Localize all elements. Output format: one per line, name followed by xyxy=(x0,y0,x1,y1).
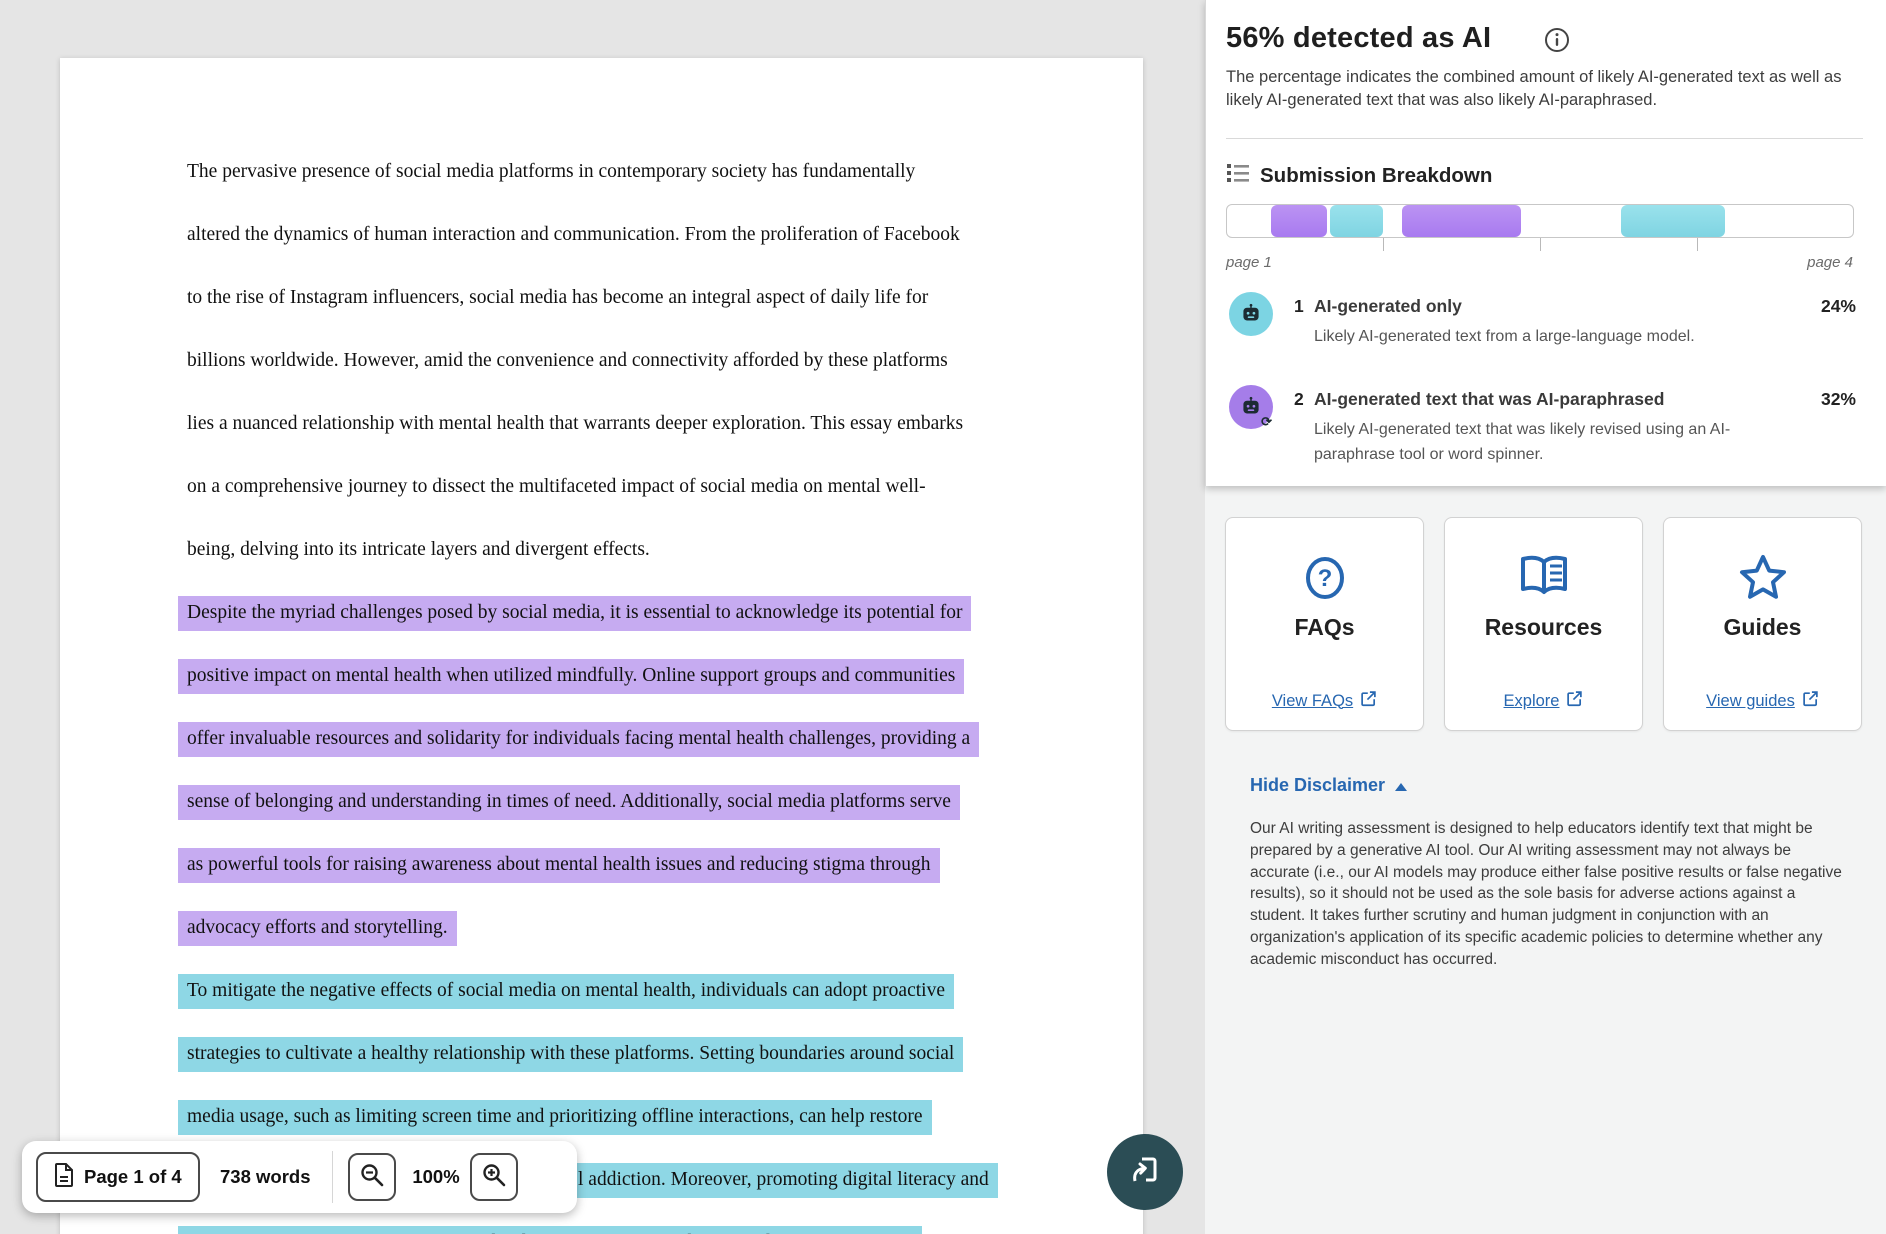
jump-arrow-icon xyxy=(1126,1151,1164,1194)
document-line: critical thinking skills can empower ind… xyxy=(178,1226,922,1234)
cyan-highlight-segment[interactable] xyxy=(1621,205,1724,237)
document-line: To mitigate the negative effects of soci… xyxy=(178,974,954,1009)
document-line: offer invaluable resources and solidarit… xyxy=(178,722,979,757)
document-line: positive impact on mental health when ut… xyxy=(178,659,964,694)
zoom-level: 100% xyxy=(406,1141,466,1213)
submission-breakdown-header: Submission Breakdown xyxy=(1226,162,1492,189)
page-tick xyxy=(1383,238,1384,251)
document-line: to the rise of Instagram influencers, so… xyxy=(178,281,937,316)
document-line: altered the dynamics of human interactio… xyxy=(178,218,969,253)
help-card-faqs: ? FAQs View FAQs xyxy=(1225,517,1424,731)
external-link-icon xyxy=(1566,690,1583,712)
breakdown-item-title: AI-generated text that was AI-paraphrase… xyxy=(1314,389,1664,410)
help-card-title: Guides xyxy=(1664,614,1861,641)
bar-page-end-label: page 4 xyxy=(1807,254,1853,271)
disclaimer-text: Our AI writing assessment is designed to… xyxy=(1250,818,1850,971)
help-card-resources: Resources Explore xyxy=(1444,517,1643,731)
breakdown-item-percent: 32% xyxy=(1821,389,1856,410)
ai-writing-report: The pervasive presence of social media p… xyxy=(0,0,1886,1234)
document-line: l addiction. Moreover, promoting digital… xyxy=(569,1163,998,1198)
page-tick xyxy=(1540,238,1541,251)
document-line: strategies to cultivate a healthy relati… xyxy=(178,1037,963,1072)
document-line: media usage, such as limiting screen tim… xyxy=(178,1100,932,1135)
help-card-link[interactable]: View FAQs xyxy=(1226,690,1423,712)
document-viewer: The pervasive presence of social media p… xyxy=(0,0,1205,1234)
question-circle-icon: ? xyxy=(1301,554,1349,607)
word-count: 738 words xyxy=(220,1141,311,1213)
purple-highlight-segment[interactable] xyxy=(1271,205,1327,237)
document-line: Despite the myriad challenges posed by s… xyxy=(178,596,971,631)
robot-avatar-icon: ⟳ xyxy=(1229,385,1273,429)
toolbar-divider xyxy=(332,1151,333,1203)
viewer-toolbar: Page 1 of 4 738 words 100% xyxy=(22,1141,577,1213)
chevron-up-icon xyxy=(1395,783,1407,791)
zoom-out-button[interactable] xyxy=(348,1153,396,1201)
submission-breakdown-title: Submission Breakdown xyxy=(1260,164,1492,188)
document-line: The pervasive presence of social media p… xyxy=(178,155,924,190)
ai-detection-panel: 56% detected as AI The percentage indica… xyxy=(1205,0,1886,1234)
breakdown-item-number: 1 xyxy=(1294,296,1304,317)
document-page: The pervasive presence of social media p… xyxy=(60,58,1143,1234)
document-line: billions worldwide. However, amid the co… xyxy=(178,344,957,379)
external-link-icon xyxy=(1360,690,1377,712)
help-card-guides: Guides View guides xyxy=(1663,517,1862,731)
hide-disclaimer-label: Hide Disclaimer xyxy=(1250,775,1385,796)
magnifier-plus-icon xyxy=(481,1162,507,1193)
cyan-highlight-segment[interactable] xyxy=(1330,205,1383,237)
robot-avatar-icon xyxy=(1229,292,1273,336)
page-indicator-label: Page 1 of 4 xyxy=(84,1166,182,1188)
refresh-icon: ⟳ xyxy=(1261,414,1272,430)
document-line: being, delving into its intricate layers… xyxy=(178,533,659,568)
help-card-title: FAQs xyxy=(1226,614,1423,641)
page-highlight-bar[interactable] xyxy=(1226,204,1854,238)
document-line: as powerful tools for raising awareness … xyxy=(178,848,940,883)
breakdown-list-icon xyxy=(1226,162,1250,189)
help-cards: ? FAQs View FAQs Resources Explore Guides View… xyxy=(1225,517,1870,731)
breakdown-item-description: Likely AI-generated text that was likely… xyxy=(1314,417,1784,467)
document-line: on a comprehensive journey to dissect th… xyxy=(178,470,935,505)
zoom-in-button[interactable] xyxy=(470,1153,518,1201)
divider xyxy=(1226,138,1863,139)
detection-percentage-title: 56% detected as AI xyxy=(1226,22,1491,55)
page-icon xyxy=(54,1163,74,1192)
purple-highlight-segment[interactable] xyxy=(1402,205,1521,237)
jump-to-highlight-button[interactable] xyxy=(1107,1134,1183,1210)
magnifier-minus-icon xyxy=(359,1162,385,1193)
breakdown-item-title: AI-generated only xyxy=(1314,296,1462,317)
star-icon xyxy=(1738,554,1788,607)
breakdown-item-percent: 24% xyxy=(1821,296,1856,317)
breakdown-item-description: Likely AI-generated text from a large-la… xyxy=(1314,324,1784,349)
detection-summary-card: 56% detected as AI The percentage indica… xyxy=(1205,0,1886,486)
help-card-link[interactable]: Explore xyxy=(1445,690,1642,712)
document-line: advocacy efforts and storytelling. xyxy=(178,911,457,946)
book-icon xyxy=(1518,554,1570,603)
bar-page-start-label: page 1 xyxy=(1226,254,1272,271)
svg-text:?: ? xyxy=(1317,565,1332,592)
document-line: lies a nuanced relationship with mental … xyxy=(178,407,972,442)
breakdown-item-number: 2 xyxy=(1294,389,1304,410)
hide-disclaimer-toggle[interactable]: Hide Disclaimer xyxy=(1250,775,1407,796)
detection-subtitle: The percentage indicates the combined am… xyxy=(1226,66,1871,112)
document-line: sense of belonging and understanding in … xyxy=(178,785,960,820)
info-icon[interactable] xyxy=(1544,27,1570,58)
page-tick xyxy=(1697,238,1698,251)
help-card-link[interactable]: View guides xyxy=(1664,690,1861,712)
external-link-icon xyxy=(1802,690,1819,712)
help-card-title: Resources xyxy=(1445,614,1642,641)
page-indicator-button[interactable]: Page 1 of 4 xyxy=(36,1152,200,1202)
